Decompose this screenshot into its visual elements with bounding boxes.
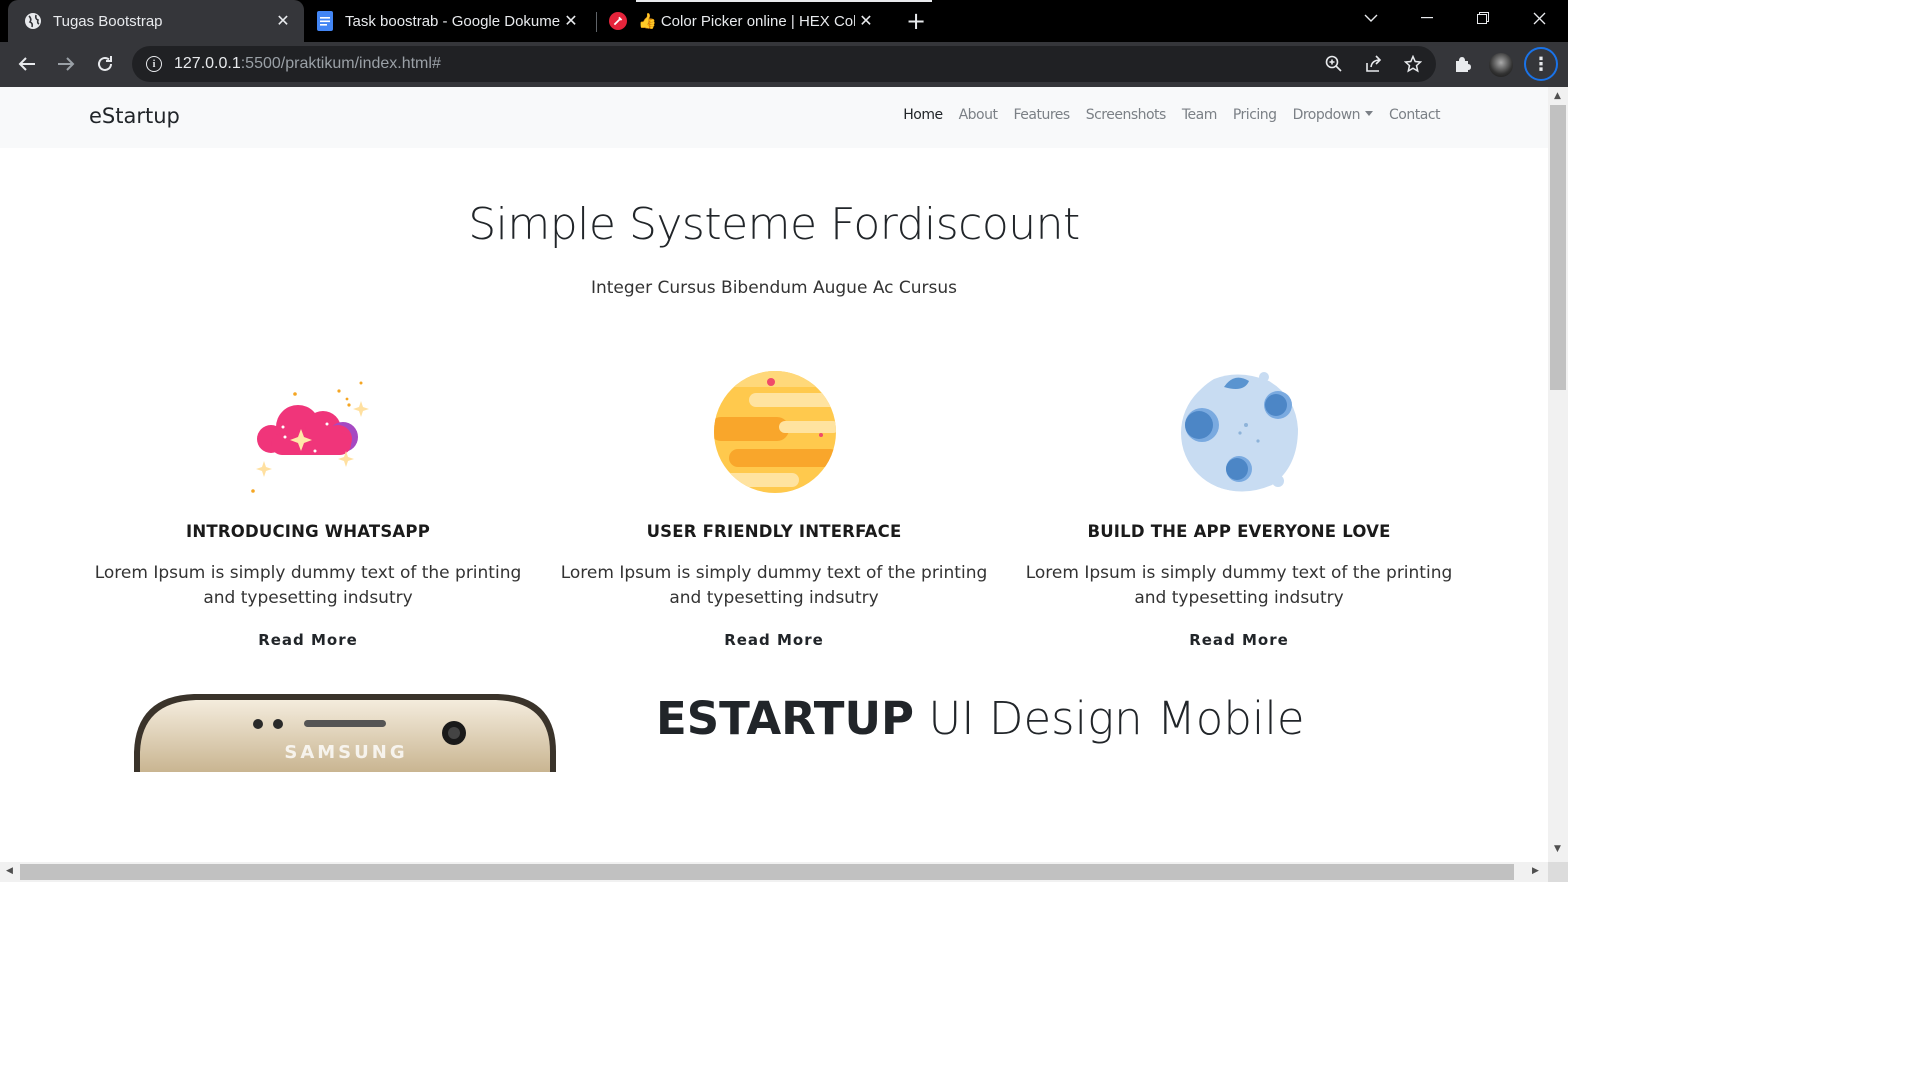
tab-title: Task boostrab - Google Dokumen xyxy=(345,12,560,30)
nav-team[interactable]: Team xyxy=(1182,107,1218,123)
horizontal-scrollbar[interactable]: ◀ ▶ xyxy=(0,862,1548,882)
read-more-link[interactable]: Read More xyxy=(258,631,358,649)
read-more-link[interactable]: Read More xyxy=(1189,631,1289,649)
color-picker-icon xyxy=(609,12,627,30)
restore-icon[interactable] xyxy=(1455,0,1511,36)
scrollbar-corner xyxy=(1548,862,1568,882)
scroll-up-arrow-icon[interactable]: ▲ xyxy=(1554,91,1561,101)
minimize-icon[interactable] xyxy=(1399,0,1455,36)
close-icon[interactable]: ✕ xyxy=(855,10,877,32)
nav-links: Home About Features Screenshots Team Pri… xyxy=(903,107,1440,123)
feature-heading: USER FRIENDLY INTERFACE xyxy=(646,522,902,541)
tab-search-icon[interactable] xyxy=(1343,0,1399,36)
browser-menu-icon[interactable]: ⋮ xyxy=(1524,47,1558,81)
google-docs-icon xyxy=(316,11,334,31)
nav-home[interactable]: Home xyxy=(903,107,943,123)
site-navbar: eStartup Home About Features Screenshots… xyxy=(0,87,1548,148)
phone-image: SAMSUNG xyxy=(134,692,558,812)
feature-heading: BUILD THE APP EVERYONE LOVE xyxy=(1087,522,1391,541)
mobile-title-rest: UI Design Mobile xyxy=(914,692,1305,745)
mobile-title-bold: ESTARTUP xyxy=(656,692,915,745)
scroll-down-arrow-icon[interactable]: ▼ xyxy=(1554,844,1561,854)
hero-title: Simple Systeme Fordiscount xyxy=(468,199,1080,250)
back-icon[interactable] xyxy=(9,46,45,82)
bookmark-star-icon[interactable] xyxy=(1399,52,1427,76)
nav-dropdown[interactable]: Dropdown xyxy=(1292,107,1374,123)
browser-toolbar: i 127.0.0.1:5500/praktikum/index.html# ⋮ xyxy=(0,42,1568,87)
close-icon[interactable]: ✕ xyxy=(560,10,582,32)
tab-title: 👍 Color Picker online | HEX Color xyxy=(638,13,855,30)
tab-loading-indicator xyxy=(636,0,932,2)
site-brand[interactable]: eStartup xyxy=(89,104,180,128)
nav-features[interactable]: Features xyxy=(1013,107,1070,123)
zoom-icon[interactable] xyxy=(1320,52,1348,76)
site-info-icon[interactable]: i xyxy=(146,56,162,72)
tab-title: Tugas Bootstrap xyxy=(53,12,163,30)
nav-pricing[interactable]: Pricing xyxy=(1233,107,1277,123)
scroll-right-arrow-icon[interactable]: ▶ xyxy=(1532,866,1539,876)
read-more-link[interactable]: Read More xyxy=(724,631,824,649)
vertical-scrollbar[interactable]: ▲ ▼ xyxy=(1548,87,1568,862)
phone-brand: SAMSUNG xyxy=(284,742,407,763)
nav-contact[interactable]: Contact xyxy=(1389,107,1440,123)
share-icon[interactable] xyxy=(1360,52,1388,76)
profile-avatar[interactable] xyxy=(1489,53,1513,77)
feature-card: BUILD THE APP EVERYONE LOVE Lorem Ipsum … xyxy=(1019,367,1459,649)
url-text: 127.0.0.1:5500/praktikum/index.html# xyxy=(174,55,441,72)
moon-icon xyxy=(1174,367,1304,497)
cloud-stars-icon xyxy=(243,367,373,497)
close-window-icon[interactable] xyxy=(1511,0,1567,36)
globe-icon xyxy=(24,12,42,30)
extensions-icon[interactable] xyxy=(1444,46,1480,82)
horizontal-scroll-thumb[interactable] xyxy=(20,864,1514,880)
new-tab-button[interactable]: + xyxy=(900,7,932,35)
planet-icon xyxy=(709,367,839,497)
feature-card: INTRODUCING WHATSAPP Lorem Ipsum is simp… xyxy=(88,367,528,649)
feature-text: Lorem Ipsum is simply dummy text of the … xyxy=(94,563,522,608)
nav-screenshots[interactable]: Screenshots xyxy=(1086,107,1167,123)
scroll-left-arrow-icon[interactable]: ◀ xyxy=(6,866,13,876)
feature-text: Lorem Ipsum is simply dummy text of the … xyxy=(1025,563,1453,608)
nav-about[interactable]: About xyxy=(959,107,998,123)
feature-card: USER FRIENDLY INTERFACE Lorem Ipsum is s… xyxy=(554,367,994,649)
address-bar[interactable]: i 127.0.0.1:5500/praktikum/index.html# xyxy=(132,46,1436,82)
caret-down-icon xyxy=(1365,111,1374,116)
close-icon[interactable]: ✕ xyxy=(272,10,294,32)
feature-text: Lorem Ipsum is simply dummy text of the … xyxy=(560,563,988,608)
nav-dropdown-label: Dropdown xyxy=(1292,107,1361,123)
forward-icon[interactable] xyxy=(48,46,84,82)
tab-strip: Tugas Bootstrap ✕ Task boostrab - Google… xyxy=(0,0,1568,42)
tab-google-docs[interactable]: Task boostrab - Google Dokumen ✕ xyxy=(300,0,592,42)
tab-color-picker[interactable]: 👍 Color Picker online | HEX Color ✕ xyxy=(593,0,887,42)
mobile-section-title: ESTARTUP UI Design Mobile xyxy=(656,692,1305,745)
vertical-scroll-thumb[interactable] xyxy=(1550,105,1566,390)
hero-subtitle: Integer Cursus Bibendum Augue Ac Cursus xyxy=(590,278,958,298)
reload-icon[interactable] xyxy=(87,46,123,82)
feature-heading: INTRODUCING WHATSAPP xyxy=(186,522,430,541)
tab-tugas-bootstrap[interactable]: Tugas Bootstrap ✕ xyxy=(8,0,304,42)
page-viewport: eStartup Home About Features Screenshots… xyxy=(0,87,1548,862)
